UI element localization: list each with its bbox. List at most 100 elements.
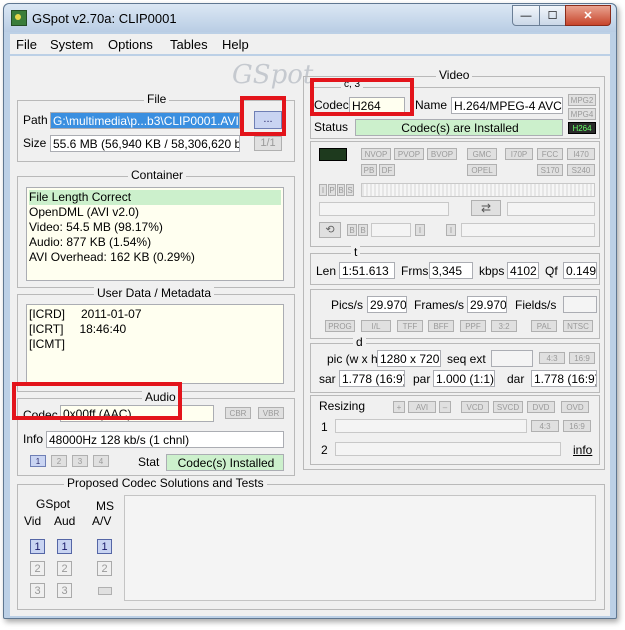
audio-stat-label: Stat (138, 455, 160, 469)
menu-options[interactable]: Options (108, 37, 153, 52)
pic-label: pic (w x h) (327, 352, 382, 366)
bvop-flag: BVOP (427, 148, 457, 160)
h264-badge: H264 (568, 122, 596, 134)
frame-type-s: S (346, 184, 354, 196)
resize-avi-button[interactable]: AVI (408, 401, 436, 413)
seqext-label: seq ext (447, 352, 486, 366)
interlace-bar-right (461, 223, 595, 237)
tff-flag: TFF (397, 320, 423, 332)
metadata-group: User Data / Metadata [ICRD] 2011-01-07 [I… (17, 286, 295, 392)
vid-column-label: Vid (24, 514, 42, 528)
maximize-button[interactable]: ☐ (539, 5, 566, 26)
kbps-label: kbps (479, 264, 505, 278)
container-info: File Length Correct OpenDML (AVI v2.0) V… (26, 187, 284, 281)
aud-solution-3-button[interactable]: 3 (57, 583, 72, 598)
vbr-button[interactable]: VBR (258, 407, 284, 419)
resize-ar-43-button[interactable]: 4:3 (531, 420, 559, 432)
prog-flag: PROG (325, 320, 355, 332)
audio-stream-1-button[interactable]: 1 (30, 455, 46, 467)
audio-stream-2-button[interactable]: 2 (51, 455, 67, 467)
menu-help[interactable]: Help (222, 37, 249, 52)
menu-system[interactable]: System (50, 37, 93, 52)
vid-solution-1-button[interactable]: 1 (30, 539, 45, 554)
audio-info-field: 48000Hz 128 kb/s (1 chnl) (46, 431, 284, 448)
par-field: 1.000 (1:1) (433, 370, 495, 387)
cbr-button[interactable]: CBR (225, 407, 251, 419)
resizing-subgroup: Resizing + AVI – VCD SVCD DVD OVD 1 4:3 … (310, 395, 600, 465)
pulldown-flag: 3:2 (491, 320, 517, 332)
gspot-logo: GSpot (232, 60, 314, 90)
audio-stream-3-button[interactable]: 3 (72, 455, 88, 467)
swap-icon[interactable]: ⇄ (471, 200, 501, 216)
resize-vcd-button[interactable]: VCD (461, 401, 489, 413)
resize-row-1-label: 1 (321, 420, 328, 434)
b-frame-button-1: B (347, 224, 357, 236)
minimize-button[interactable]: — (512, 5, 540, 26)
dar-label: dar (507, 372, 525, 386)
video-status-field: Codec(s) are Installed (355, 119, 563, 136)
ms-solution-1-button[interactable]: 1 (97, 539, 112, 554)
fields-label: Fields/s (515, 298, 557, 312)
menu-tables[interactable]: Tables (170, 37, 208, 52)
sar-field: 1.778 (16:9) (339, 370, 405, 387)
fcc-flag: FCC (537, 148, 563, 160)
info-link[interactable]: info (573, 443, 592, 457)
gmc-flag: GMC (467, 148, 497, 160)
resize-minus-button[interactable]: – (439, 401, 451, 413)
title-bar[interactable]: GSpot v2.70a: CLIP0001 — ☐ ✕ (4, 4, 616, 32)
frame-type-p: P (328, 184, 336, 196)
file-group-title: File (144, 92, 170, 106)
proposed-solutions-area (124, 495, 596, 601)
resize-ovd-button[interactable]: OVD (561, 401, 589, 413)
audio-stream-4-button[interactable]: 4 (93, 455, 109, 467)
path-field[interactable]: G:\multimedia\p...b3\CLIP0001.AVI (50, 112, 240, 129)
pics-field: 29.970 (367, 296, 407, 313)
t-subgroup-title: t (351, 245, 361, 259)
crop-icon[interactable]: ⟲ (319, 222, 341, 238)
kbps-field: 4102 (507, 262, 539, 279)
gspot-app-icon (11, 10, 27, 26)
resize-dvd-button[interactable]: DVD (527, 401, 555, 413)
resize-svcd-button[interactable]: SVCD (493, 401, 523, 413)
pic-field: 1280 x 720 (377, 350, 441, 367)
container-group: Container File Length Correct OpenDML (A… (17, 168, 295, 288)
annotation-video-codec-box (310, 78, 414, 116)
size-label: Size (23, 136, 47, 150)
t-subgroup: t Len 1:51.613 Frms 3,345 kbps 4102 Qf 0… (310, 245, 600, 285)
ms-solution-2-button[interactable]: 2 (97, 561, 112, 576)
bff-flag: BFF (428, 320, 454, 332)
audio-stat-field: Codec(s) Installed (166, 454, 284, 471)
aud-solution-1-button[interactable]: 1 (57, 539, 72, 554)
frms-label: Frms (401, 264, 429, 278)
video-name-field: H.264/MPEG-4 AVC (451, 97, 563, 114)
resize-plus-button[interactable]: + (393, 401, 405, 413)
close-button[interactable]: ✕ (565, 5, 611, 26)
vid-solution-3-button[interactable]: 3 (30, 583, 45, 598)
aud-column-label: Aud (54, 514, 76, 528)
resize-ar-169-button[interactable]: 16:9 (563, 420, 591, 432)
ntsc-flag: NTSC (563, 320, 593, 332)
d-subgroup: d pic (w x h) 1280 x 720 seq ext 4:3 16:… (310, 335, 600, 393)
opel-flag: OPEL (467, 164, 497, 176)
part-counter: 1/1 (254, 136, 282, 151)
video-group-title: Video (436, 68, 473, 82)
menu-bar: File System Options Tables Help (10, 34, 610, 54)
container-line: OpenDML (AVI v2.0) (29, 205, 140, 219)
metadata-group-title: User Data / Metadata (94, 286, 215, 300)
size-field: 55.6 MB (56,940 KB / 58,306,620 b) (50, 135, 240, 152)
frames-field: 29.970 (467, 296, 507, 313)
metadata-value: 2011-01-07 (81, 307, 142, 321)
aud-solution-2-button[interactable]: 2 (57, 561, 72, 576)
qf-label: Qf (545, 264, 558, 278)
proposed-group: Proposed Codec Solutions and Tests GSpot… (17, 476, 605, 610)
menu-file[interactable]: File (16, 37, 37, 52)
seq-ar-169-button: 16:9 (569, 352, 595, 364)
frame-type-i: I (319, 184, 327, 196)
pal-flag: PAL (531, 320, 557, 332)
ms-solution-indicator (98, 587, 112, 595)
path-label: Path (23, 113, 48, 127)
mpg4-badge: MPG4 (568, 108, 596, 120)
resizing-label: Resizing (319, 399, 366, 413)
gspot-column-label: GSpot (36, 497, 71, 511)
vid-solution-2-button[interactable]: 2 (30, 561, 45, 576)
